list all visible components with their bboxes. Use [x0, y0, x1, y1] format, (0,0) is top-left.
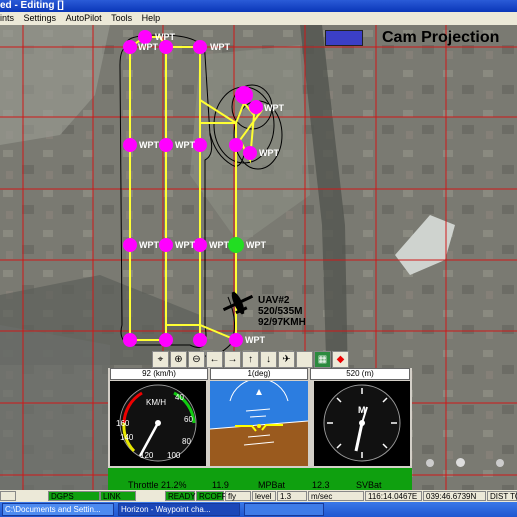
- status-bar: DGPS LINK READY RCOFF fly level 1.3 m/se…: [0, 490, 517, 502]
- waypoint-marker[interactable]: [123, 238, 137, 252]
- plane-button[interactable]: ✈: [278, 351, 295, 368]
- menu-tools[interactable]: Tools: [111, 12, 132, 25]
- map-marker-icon[interactable]: [456, 458, 465, 467]
- diamond-button[interactable]: ◆: [332, 351, 349, 368]
- waypoint-label: WPT: [139, 240, 159, 250]
- airspeed-tick: 40: [175, 393, 184, 402]
- waypoint-label: WPT: [175, 140, 195, 150]
- airspeed-tick: 160: [116, 419, 130, 428]
- waypoint-label: WPT: [246, 240, 266, 250]
- waypoint-marker[interactable]: [229, 138, 243, 152]
- airspeed-tick: 80: [182, 437, 191, 446]
- waypoint-marker[interactable]: [159, 238, 173, 252]
- waypoint-marker[interactable]: [159, 138, 173, 152]
- level-value: 1.3: [277, 491, 307, 501]
- waypoint-marker[interactable]: [249, 100, 263, 114]
- altimeter-gauge: M: [314, 381, 410, 466]
- waypoint-marker[interactable]: [193, 333, 207, 347]
- window-title: ed - Editing []: [0, 0, 64, 11]
- cam-projection-swatch: [325, 30, 363, 46]
- waypoint-marker[interactable]: [193, 40, 207, 54]
- uav-speed: 92/97KMH: [258, 317, 306, 328]
- waypoint-label: WPT: [245, 335, 265, 345]
- zoom-out-button[interactable]: ⊖: [188, 351, 205, 368]
- airspeed-tick: 140: [120, 433, 134, 442]
- pan-right-button[interactable]: →: [224, 351, 241, 368]
- color-button[interactable]: ▦: [314, 351, 331, 368]
- zoom-in-button[interactable]: ⊕: [170, 351, 187, 368]
- uav-info: UAV#2 520/535M 92/97KMH: [258, 295, 306, 328]
- airspeed-tick: 60: [184, 415, 193, 424]
- rcoff-status: RCOFF: [196, 491, 227, 501]
- airspeed-unit: KM/H: [146, 398, 166, 407]
- taskbar-item-horizon[interactable]: Horizon - Waypoint cha...: [118, 503, 240, 516]
- link-status: LINK: [100, 491, 136, 501]
- longitude-status: 116:14.0467E: [365, 491, 422, 501]
- waypoint-marker[interactable]: [123, 40, 137, 54]
- waypoint-marker[interactable]: [193, 238, 207, 252]
- menu-settings[interactable]: Settings: [24, 12, 57, 25]
- map-marker-icon[interactable]: [426, 459, 434, 467]
- waypoint-marker[interactable]: [123, 333, 137, 347]
- airspeed-tick: 120: [140, 451, 154, 460]
- waypoint-label: WPT: [209, 240, 229, 250]
- mode-status: fly: [225, 491, 251, 501]
- waypoint-marker[interactable]: [229, 333, 243, 347]
- menu-help[interactable]: Help: [142, 12, 161, 25]
- cam-projection-label: Cam Projection: [382, 29, 500, 46]
- dist-status: DIST TO GO: [487, 491, 517, 501]
- attitude-indicator: [210, 381, 308, 466]
- taskbar: C:\Documents and Settin... Horizon - Way…: [0, 502, 517, 517]
- waypoint-label: WPT: [139, 140, 159, 150]
- latitude-status: 039:46.6739N: [423, 491, 486, 501]
- pan-up-button[interactable]: ↑: [242, 351, 259, 368]
- uav-altitude: 520/535M: [258, 306, 303, 317]
- pan-left-button[interactable]: ←: [206, 351, 223, 368]
- waypoint-marker[interactable]: [123, 138, 137, 152]
- altimeter-label: M: [358, 405, 366, 415]
- taskbar-item-explorer[interactable]: C:\Documents and Settin...: [2, 503, 114, 516]
- waypoint-marker[interactable]: [193, 138, 207, 152]
- waypoint-marker[interactable]: [235, 86, 253, 104]
- airspeed-gauge: KM/H 40 60 140 160 120 100 80: [110, 381, 206, 466]
- throttle-bar: [108, 468, 412, 480]
- waypoint-marker[interactable]: [159, 333, 173, 347]
- ready-status: READY: [165, 491, 196, 501]
- menu-bar: ints Settings AutoPilot Tools Help: [0, 12, 517, 25]
- airspeed-tick: 100: [167, 451, 181, 460]
- roll-setting-field[interactable]: 1(deg): [210, 368, 308, 380]
- uav-name: UAV#2: [258, 295, 290, 306]
- status-cell: [0, 491, 16, 501]
- waypoint-marker[interactable]: [159, 40, 173, 54]
- level-label: level: [252, 491, 276, 501]
- speed-setting-field[interactable]: 92 (km/h): [110, 368, 208, 380]
- blank-button[interactable]: [296, 351, 313, 368]
- waypoint-label: WPT: [259, 148, 279, 158]
- dgps-status: DGPS: [48, 491, 100, 501]
- waypoint-label: WPT: [175, 240, 195, 250]
- waypoint-label: WPT: [155, 32, 175, 42]
- instrument-panel: 92 (km/h) 1(deg) 520 (m) KM/H 40 60 140 …: [108, 368, 412, 480]
- altitude-setting-field[interactable]: 520 (m): [310, 368, 410, 380]
- menu-autopilot[interactable]: AutoPilot: [66, 12, 102, 25]
- center-button[interactable]: ⌖: [152, 351, 169, 368]
- waypoint-marker-active[interactable]: [228, 237, 244, 253]
- vspeed-status: m/sec: [308, 491, 364, 501]
- map-marker-icon[interactable]: [496, 459, 504, 467]
- taskbar-item-empty[interactable]: [244, 503, 324, 516]
- menu-points[interactable]: ints: [0, 12, 14, 25]
- waypoint-label: WPT: [210, 42, 230, 52]
- waypoint-label: WPT: [264, 103, 284, 113]
- pan-down-button[interactable]: ↓: [260, 351, 277, 368]
- title-bar: ed - Editing []: [0, 0, 517, 12]
- waypoint-label: WPT: [138, 42, 158, 52]
- waypoint-marker[interactable]: [243, 146, 257, 160]
- map-toolbar: ⌖ ⊕ ⊖ ← → ↑ ↓ ✈ ▦ ◆: [152, 351, 349, 368]
